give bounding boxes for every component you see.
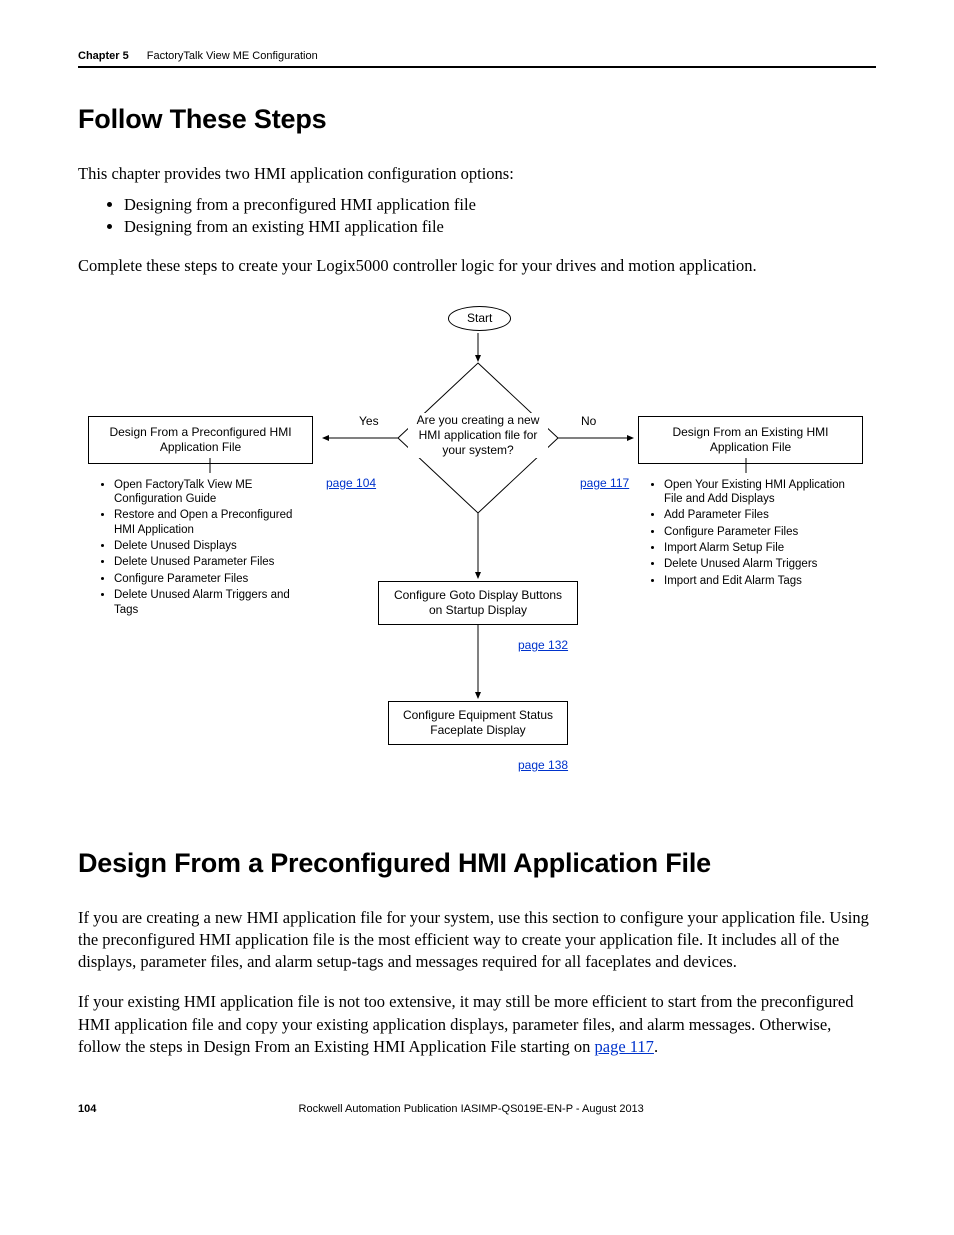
flow-mid-box: Configure Goto Display Buttons on Startu… bbox=[378, 581, 578, 625]
page-link-104[interactable]: page 104 bbox=[326, 476, 376, 490]
flow-right-items: Open Your Existing HMI Application File … bbox=[638, 478, 863, 589]
flow-bot-pagelink: page 138 bbox=[518, 758, 568, 772]
list-item: Import Alarm Setup File bbox=[664, 541, 863, 555]
options-list: Designing from a preconfigured HMI appli… bbox=[78, 195, 876, 237]
flow-right-column: Design From an Existing HMI Application … bbox=[638, 416, 863, 591]
chapter-label: Chapter 5 bbox=[78, 50, 129, 62]
flow-left-items: Open FactoryTalk View ME Configuration G… bbox=[88, 478, 313, 617]
flow-bot-box: Configure Equipment Status Faceplate Dis… bbox=[388, 701, 568, 745]
list-item: Designing from an existing HMI applicati… bbox=[124, 217, 876, 237]
flow-left-pagelink: page 104 bbox=[326, 476, 376, 490]
section2-p2a: If your existing HMI application file is… bbox=[78, 992, 853, 1056]
section-heading-design-preconfigured: Design From a Preconfigured HMI Applicat… bbox=[78, 848, 876, 879]
after-paragraph: Complete these steps to create your Logi… bbox=[78, 255, 876, 277]
flow-start-label: Start bbox=[467, 311, 492, 325]
section2-p2: If your existing HMI application file is… bbox=[78, 991, 876, 1058]
flow-right-box: Design From an Existing HMI Application … bbox=[638, 416, 863, 464]
page-link-117[interactable]: page 117 bbox=[580, 476, 629, 490]
footer-spacer bbox=[846, 1103, 876, 1115]
list-item: Open Your Existing HMI Application File … bbox=[664, 478, 863, 507]
section-heading-follow-steps: Follow These Steps bbox=[78, 104, 876, 135]
page-link-132[interactable]: page 132 bbox=[518, 638, 568, 652]
flow-decision-label: Are you creating a new HMI application f… bbox=[408, 413, 548, 458]
running-header: Chapter 5 FactoryTalk View ME Configurat… bbox=[78, 50, 876, 68]
list-item: Delete Unused Alarm Triggers and Tags bbox=[114, 588, 313, 617]
list-item: Add Parameter Files bbox=[664, 508, 863, 522]
flow-edge-no: No bbox=[581, 414, 596, 428]
page-link-138[interactable]: page 138 bbox=[518, 758, 568, 772]
list-item: Designing from a preconfigured HMI appli… bbox=[124, 195, 876, 215]
list-item: Configure Parameter Files bbox=[114, 572, 313, 586]
section2-p1: If you are creating a new HMI applicatio… bbox=[78, 907, 876, 974]
page-link-117-inline[interactable]: page 117 bbox=[595, 1037, 654, 1056]
list-item: Delete Unused Alarm Triggers bbox=[664, 557, 863, 571]
flow-start-node: Start bbox=[448, 306, 511, 331]
chapter-title: FactoryTalk View ME Configuration bbox=[147, 50, 318, 62]
list-item: Restore and Open a Preconfigured HMI App… bbox=[114, 508, 313, 537]
flow-edge-yes: Yes bbox=[359, 414, 379, 428]
flow-mid-pagelink: page 132 bbox=[518, 638, 568, 652]
list-item: Delete Unused Parameter Files bbox=[114, 555, 313, 569]
intro-paragraph: This chapter provides two HMI applicatio… bbox=[78, 163, 876, 185]
list-item: Delete Unused Displays bbox=[114, 539, 313, 553]
publication-id: Rockwell Automation Publication IASIMP-Q… bbox=[96, 1103, 846, 1115]
list-item: Open FactoryTalk View ME Configuration G… bbox=[114, 478, 313, 507]
page-footer: 104 Rockwell Automation Publication IASI… bbox=[78, 1103, 876, 1115]
list-item: Import and Edit Alarm Tags bbox=[664, 574, 863, 588]
list-item: Configure Parameter Files bbox=[664, 525, 863, 539]
flow-right-pagelink: page 117 bbox=[580, 476, 629, 490]
flow-left-column: Design From a Preconfigured HMI Applicat… bbox=[88, 416, 313, 619]
page-number: 104 bbox=[78, 1103, 96, 1115]
flow-left-box: Design From a Preconfigured HMI Applicat… bbox=[88, 416, 313, 464]
section2-p2b: . bbox=[654, 1037, 658, 1056]
flowchart: Start Are you creating a new HMI applica… bbox=[78, 298, 878, 808]
